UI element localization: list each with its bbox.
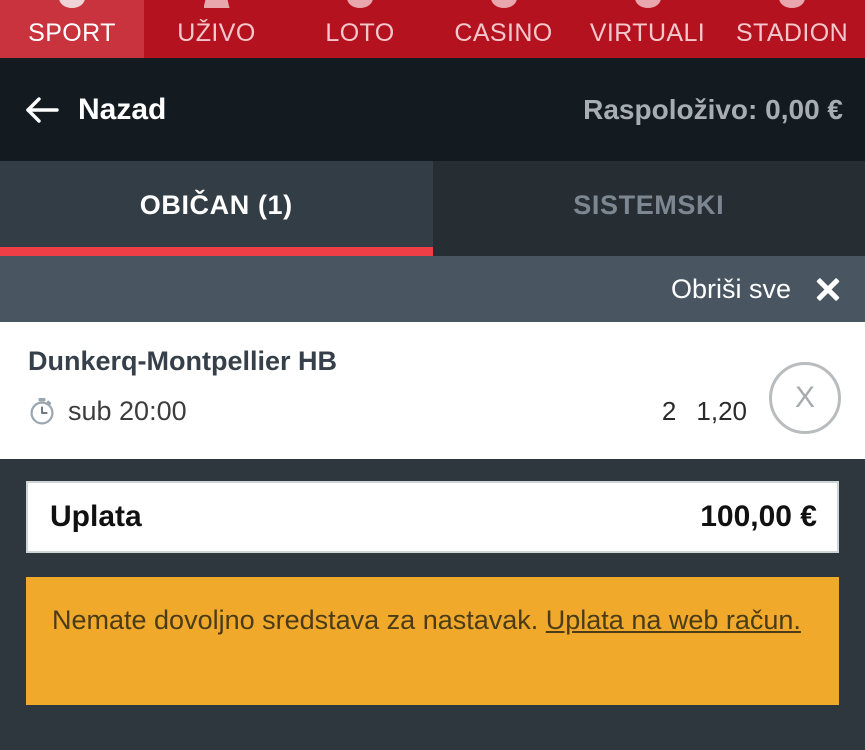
nav-item-sport[interactable]: SPORT — [0, 0, 144, 58]
nav-item-label: LOTO — [325, 19, 395, 47]
nav-item-loto[interactable]: LOTO — [289, 0, 431, 58]
bet-odds: 1,20 — [696, 396, 747, 426]
back-bar: Nazad Raspoloživo: 0,00 € — [0, 58, 865, 161]
betting-slip-screen: SPORT UŽIVO LOTO CASINO VIRTUALI STADION — [0, 0, 865, 750]
nav-item-stadion[interactable]: STADION — [719, 0, 865, 58]
nav-item-label: STADION — [735, 19, 849, 47]
tab-label: SISTEMSKI — [573, 190, 725, 220]
clear-all-button[interactable]: Obriši sve — [671, 275, 791, 303]
bet-details-row: sub 20:00 2 1,20 — [28, 397, 843, 425]
nav-item-label: VIRTUALI — [589, 19, 706, 47]
lottery-ball-icon — [347, 0, 373, 8]
clear-all-bar: Obriši sve — [0, 256, 865, 322]
primary-navigation-bar: SPORT UŽIVO LOTO CASINO VIRTUALI STADION — [0, 0, 865, 58]
nav-item-label: SPORT — [28, 19, 116, 47]
remove-selection-label: X — [794, 381, 815, 414]
close-x-icon[interactable] — [813, 274, 843, 304]
tab-sistemski[interactable]: SISTEMSKI — [432, 161, 865, 256]
nav-item-uzivo[interactable]: UŽIVO — [144, 0, 289, 58]
casino-chip-icon — [490, 0, 517, 8]
nav-item-virtuali[interactable]: VIRTUALI — [576, 0, 719, 58]
nav-item-casino[interactable]: CASINO — [431, 0, 576, 58]
warning-message: Nemate dovoljno sredstava za nastavak. U… — [52, 605, 801, 635]
bet-pick: 2 — [661, 396, 677, 426]
warning-section: Nemate dovoljno sredstava za nastavak. U… — [0, 554, 865, 750]
stake-input[interactable]: Uplata 100,00 € — [26, 481, 839, 553]
stadium-icon — [779, 0, 805, 8]
stopwatch-icon — [28, 397, 56, 425]
nav-item-label: CASINO — [454, 19, 553, 47]
stake-section: Uplata 100,00 € — [0, 459, 865, 554]
warning-message-text: Nemate dovoljno sredstava za nastavak. — [52, 605, 546, 635]
tab-obican[interactable]: OBIČAN (1) — [0, 161, 433, 256]
live-tv-icon — [203, 0, 230, 8]
stake-value: 100,00 € — [700, 500, 817, 533]
ticket-type-tabs: OBIČAN (1) SISTEMSKI — [0, 161, 865, 256]
insufficient-funds-warning: Nemate dovoljno sredstava za nastavak. U… — [26, 577, 839, 705]
match-name: Dunkerq-Montpellier HB — [28, 346, 338, 376]
stake-label: Uplata — [50, 500, 142, 533]
available-balance: Raspoloživo: 0,00 € — [583, 93, 843, 125]
back-button-label: Nazad — [78, 92, 167, 126]
arrow-left-icon — [26, 95, 60, 125]
back-button[interactable]: Nazad — [26, 92, 167, 126]
soccer-ball-icon — [59, 0, 85, 8]
bet-selection-card: Dunkerq-Montpellier HB sub 20:00 2 1,20 … — [0, 322, 865, 459]
tab-label: OBIČAN (1) — [139, 190, 293, 220]
match-start-time: sub 20:00 — [68, 395, 187, 426]
deposit-link[interactable]: Uplata na web račun. — [546, 605, 801, 635]
nav-item-label: UŽIVO — [177, 19, 256, 47]
gamepad-icon — [634, 0, 661, 8]
remove-selection-button[interactable]: X — [769, 362, 841, 434]
